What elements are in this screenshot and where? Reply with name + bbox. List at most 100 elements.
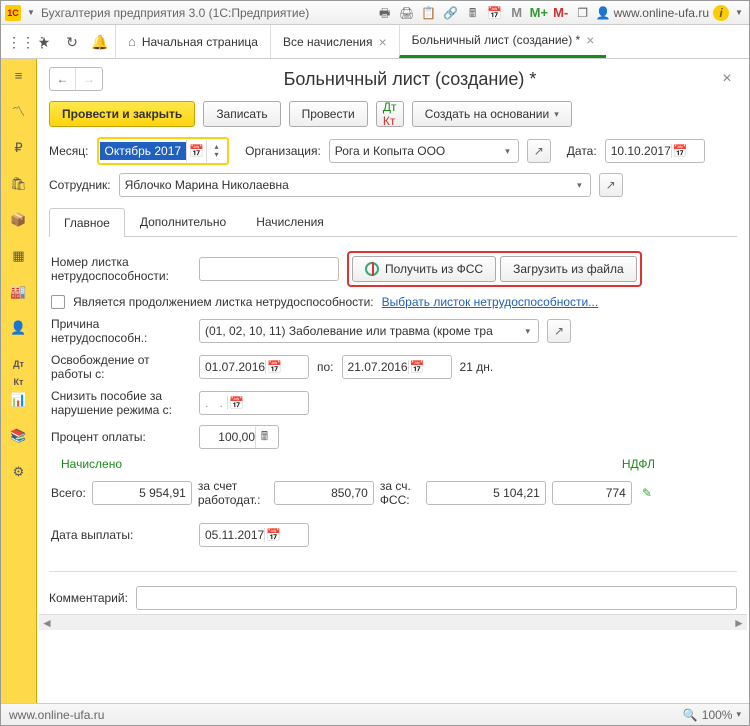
spinner-icon[interactable]: ▴▾ [206,140,226,162]
scroll-left-icon[interactable]: ◄ [39,616,55,630]
nav-person-icon[interactable]: 👤 [10,319,28,337]
window-icon[interactable]: ❐ [574,5,592,21]
close-icon[interactable]: × [586,32,594,48]
nav-grid-icon[interactable]: ▦ [10,247,28,265]
nav-chart-icon[interactable]: 📊 [10,391,28,409]
paydate-label: Дата выплаты: [51,528,191,542]
info-dropdown[interactable]: ▼ [733,8,745,17]
zoom-icon[interactable]: 🔍 [683,708,698,722]
subtab-accruals[interactable]: Начисления [241,207,339,236]
close-icon[interactable]: × [378,34,386,50]
nav-books-icon[interactable]: 📚 [10,427,28,445]
back-button[interactable]: ← [50,68,76,90]
reason-open-button[interactable]: ↗ [547,319,571,343]
employee-label: Сотрудник: [49,178,111,192]
nav-menu-icon[interactable]: ≡ [10,67,28,85]
month-input[interactable]: Октябрь 2017 📅 ▴▾ [97,137,230,165]
scroll-right-icon[interactable]: ► [731,616,747,630]
total-value: 5 954,91 [139,486,186,500]
tab-home[interactable]: ⌂ Начальная страница [115,25,270,58]
reason-input[interactable]: (01, 02, 10, 11) Заболевание или травма … [199,319,539,343]
employer-input[interactable]: 850,70 [274,481,374,505]
tab-accruals[interactable]: Все начисления × [270,25,399,58]
comment-input[interactable] [136,586,737,610]
org-open-button[interactable]: ↗ [527,139,551,163]
tab-sickleave[interactable]: Больничный лист (создание) * × [399,25,607,58]
create-basis-button[interactable]: Создать на основании ▾ [412,101,572,127]
save-icon[interactable]: 🖶 [376,5,394,21]
calendar-icon[interactable]: 📅 [408,360,426,374]
comment-label: Комментарий: [49,591,128,605]
nav-dtkt-icon[interactable]: ДтКт [10,355,28,373]
nav-ruble-icon[interactable]: ₽ [10,139,28,157]
ndfl-header: НДФЛ [622,457,655,471]
user-icon: 👤 [596,6,611,20]
fss-amount-input[interactable]: 5 104,21 [426,481,546,505]
print-icon[interactable]: 🖨 [398,5,416,21]
reason-label: Причина нетрудоспособн.: [51,317,191,345]
memory-m[interactable]: M [508,5,526,21]
close-page-button[interactable]: × [717,70,737,88]
continuation-checkbox[interactable] [51,295,65,309]
star-icon[interactable]: ★ [35,33,53,51]
memory-mplus[interactable]: M+ [530,5,548,21]
nav-box-icon[interactable]: 📦 [10,211,28,229]
percent-input[interactable]: 100,00 🖩 [199,425,279,449]
write-button[interactable]: Записать [203,101,280,127]
employee-input[interactable]: Яблочко Марина Николаевна ▾ [119,173,591,197]
employer-value: 850,70 [331,486,368,500]
chevron-down-icon[interactable]: ▾ [574,180,585,191]
calc-icon[interactable]: 🖩 [255,427,273,448]
chevron-down-icon[interactable]: ▾ [736,709,741,720]
tab-accruals-label: Все начисления [283,35,373,49]
subtab-additional[interactable]: Дополнительно [125,207,241,236]
date-value: 10.10.2017 [611,144,671,158]
org-input[interactable]: Рога и Копыта ООО ▾ [329,139,519,163]
employee-open-button[interactable]: ↗ [599,173,623,197]
nav-trend-icon[interactable]: 〽 [10,103,28,121]
org-label: Организация: [245,144,321,158]
calendar-icon[interactable]: 📅 [186,140,206,162]
info-icon[interactable]: i [713,5,729,21]
release-to-label: по: [317,360,334,374]
memory-mminus[interactable]: M- [552,5,570,21]
release-to-input[interactable]: 21.07.2016 📅 [342,355,452,379]
calendar-icon[interactable]: 📅 [227,396,245,410]
chevron-down-icon[interactable]: ▾ [502,146,513,157]
horizontal-scrollbar[interactable]: ◄ ► [39,614,747,630]
select-sheet-link[interactable]: Выбрать листок нетрудоспособности... [382,295,599,309]
paydate-input[interactable]: 05.11.2017 📅 [199,523,309,547]
fss-amount-label: за сч. ФСС: [380,479,420,507]
forward-button[interactable]: → [76,68,102,90]
calendar-icon[interactable]: 📅 [671,144,689,158]
load-from-file-button[interactable]: Загрузить из файла [500,256,637,282]
release-from-input[interactable]: 01.07.2016 📅 [199,355,309,379]
apps-icon[interactable]: ⋮⋮⋮ [7,33,25,51]
user-label[interactable]: 👤 www.online-ufa.ru [596,6,709,20]
nav-factory-icon[interactable]: 🏭 [10,283,28,301]
app-menu-dropdown[interactable]: ▼ [25,8,37,17]
chevron-down-icon[interactable]: ▾ [522,326,533,337]
disability-num-input[interactable] [199,257,339,281]
history-icon[interactable]: ↻ [63,33,81,51]
reduce-date-input[interactable]: . . 📅 [199,391,309,415]
ndfl-input[interactable]: 774 [552,481,632,505]
nav-basket-icon[interactable]: 🛍 [10,175,28,193]
get-from-fss-button[interactable]: Получить из ФСС [352,256,496,282]
nav-back-forward: ← → [49,67,103,91]
post-button[interactable]: Провести [289,101,368,127]
edit-pencil-icon[interactable]: ✎ [638,486,656,500]
calendar-icon[interactable]: 📅 [264,528,282,542]
date-input[interactable]: 10.10.2017 📅 [605,139,705,163]
total-input[interactable]: 5 954,91 [92,481,192,505]
post-and-close-button[interactable]: Провести и закрыть [49,101,195,127]
calendar-icon[interactable]: 📅 [486,5,504,21]
nav-gear-icon[interactable]: ⚙ [10,463,28,481]
copy-icon[interactable]: 📋 [420,5,438,21]
calendar-icon[interactable]: 📅 [265,360,283,374]
subtab-main[interactable]: Главное [49,208,125,237]
calc-icon[interactable]: 🖩 [464,5,482,21]
link-icon[interactable]: 🔗 [442,5,460,21]
dtkt-button[interactable]: ДтКт [376,101,404,127]
bell-icon[interactable]: 🔔 [91,33,109,51]
